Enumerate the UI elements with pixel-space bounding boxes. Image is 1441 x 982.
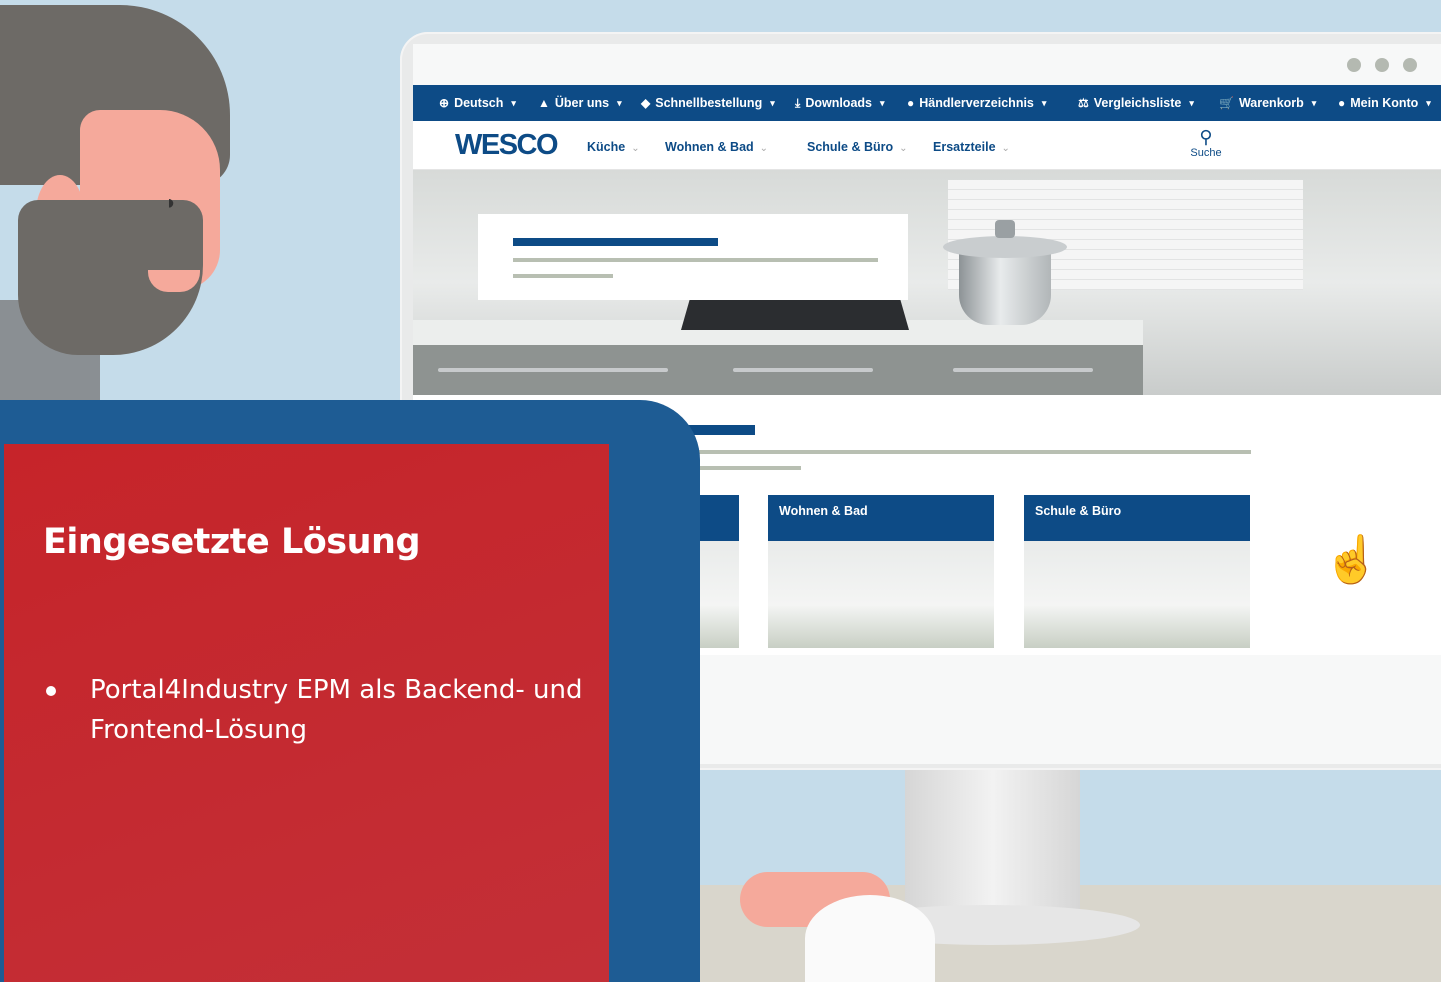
drawer-handle bbox=[438, 368, 668, 372]
placeholder-text bbox=[513, 258, 878, 262]
window-dots bbox=[1347, 58, 1417, 72]
chevron-down-icon: ▾ bbox=[770, 97, 775, 108]
nav-label: Wohnen & Bad bbox=[665, 140, 754, 154]
globe-icon: ⊕ bbox=[439, 96, 450, 110]
hero-banner bbox=[413, 170, 1441, 395]
window-dot bbox=[1403, 58, 1417, 72]
topbar-dealers[interactable]: ● Händlerverzeichnis ▾ bbox=[907, 96, 1046, 110]
pointer-hand-icon: ☝ bbox=[1323, 533, 1381, 585]
chevron-down-icon: ▾ bbox=[1189, 97, 1194, 108]
topbar-label: Händlerverzeichnis bbox=[919, 96, 1034, 110]
search-button[interactable]: ⚲ Suche bbox=[1189, 127, 1223, 159]
search-label: Suche bbox=[1190, 147, 1222, 159]
chevron-down-icon: ▾ bbox=[1426, 97, 1431, 108]
info-icon: ▲ bbox=[538, 96, 550, 110]
window-dot bbox=[1347, 58, 1361, 72]
topbar-account[interactable]: ● Mein Konto ▾ bbox=[1338, 96, 1431, 110]
nav-label: Küche bbox=[587, 140, 626, 154]
chevron-down-icon: ▾ bbox=[1311, 97, 1317, 108]
bullet-icon bbox=[46, 686, 56, 696]
chevron-down-icon: ▾ bbox=[879, 97, 885, 108]
hero-text-card bbox=[478, 214, 908, 300]
cooktop bbox=[681, 298, 909, 330]
cart-icon: 🛒 bbox=[1219, 96, 1234, 110]
nav-item-spare-parts[interactable]: Ersatzteile ⌄ bbox=[933, 140, 1010, 154]
topbar-label: Deutsch bbox=[454, 96, 504, 110]
drawer-handle bbox=[733, 368, 873, 372]
pot-lid bbox=[943, 236, 1067, 258]
chevron-down-icon: ⌄ bbox=[631, 143, 640, 154]
placeholder-text bbox=[513, 274, 613, 278]
topbar-compare[interactable]: ⚖ Vergleichsliste ▾ bbox=[1078, 96, 1194, 110]
topbar-label: Warenkorb bbox=[1238, 96, 1304, 110]
nav-label: Schule & Büro bbox=[807, 140, 894, 154]
chevron-down-icon: ⌄ bbox=[899, 143, 908, 154]
chevron-down-icon: ⌄ bbox=[759, 143, 769, 154]
category-title: Schule & Büro bbox=[1024, 495, 1250, 541]
topbar-label: Schnellbestellung bbox=[655, 96, 763, 110]
nav-item-school[interactable]: Schule & Büro ⌄ bbox=[807, 140, 908, 154]
window-dot bbox=[1375, 58, 1389, 72]
wesco-logo[interactable]: WESCO bbox=[455, 129, 559, 162]
topbar-downloads[interactable]: ⤓ Downloads ▾ bbox=[795, 96, 885, 111]
user-icon: ● bbox=[1338, 96, 1346, 110]
drawer-handle bbox=[953, 368, 1093, 372]
pot-knob bbox=[995, 220, 1015, 238]
list-item: Portal4Industry EPM als Backend- und Fro… bbox=[44, 670, 584, 750]
kitchen-counter bbox=[413, 320, 1143, 395]
search-icon: ⚲ bbox=[1199, 127, 1213, 147]
tag-icon: ◆ bbox=[641, 96, 651, 110]
category-image bbox=[1024, 541, 1250, 648]
nav-label: Ersatzteile bbox=[933, 140, 996, 154]
solution-list: Portal4Industry EPM als Backend- und Fro… bbox=[44, 670, 584, 750]
topbar-label: Vergleichsliste bbox=[1093, 96, 1182, 110]
chevron-down-icon: ▾ bbox=[511, 97, 516, 108]
solution-panel: Eingesetzte Lösung Portal4Industry EPM a… bbox=[4, 444, 609, 982]
category-card-living[interactable]: Wohnen & Bad bbox=[768, 495, 994, 648]
topbar-label: Über uns bbox=[554, 96, 610, 110]
map-pin-icon: ● bbox=[907, 96, 915, 110]
chevron-down-icon: ▾ bbox=[617, 97, 622, 108]
placeholder-headline bbox=[513, 238, 718, 246]
topbar-label: Mein Konto bbox=[1350, 96, 1419, 110]
topbar-language[interactable]: ⊕ Deutsch ▾ bbox=[439, 96, 516, 110]
top-utility-bar: ⊕ Deutsch ▾ ▲ Über uns ▾ ◆ Schnellbestel… bbox=[413, 85, 1441, 121]
nav-item-kitchen[interactable]: Küche ⌄ bbox=[587, 140, 640, 154]
person-eye: ◗ bbox=[165, 192, 178, 214]
topbar-about[interactable]: ▲ Über uns ▾ bbox=[538, 96, 622, 110]
chevron-down-icon: ▾ bbox=[1041, 97, 1047, 108]
category-title: Wohnen & Bad bbox=[768, 495, 994, 541]
chevron-down-icon: ⌄ bbox=[1001, 143, 1010, 154]
topbar-label: Downloads bbox=[805, 96, 872, 110]
list-item-text: Portal4Industry EPM als Backend- und Fro… bbox=[90, 675, 583, 745]
main-nav: WESCO Küche ⌄ Wohnen & Bad ⌄ Schule & Büro… bbox=[413, 121, 1441, 170]
category-card-school[interactable]: Schule & Büro bbox=[1024, 495, 1250, 648]
topbar-cart[interactable]: 🛒 Warenkorb ▾ bbox=[1219, 96, 1316, 110]
nav-item-living[interactable]: Wohnen & Bad ⌄ bbox=[665, 140, 768, 154]
category-image bbox=[768, 541, 994, 648]
topbar-quick-order[interactable]: ◆ Schnellbestellung ▾ bbox=[641, 96, 775, 110]
scale-icon: ⚖ bbox=[1078, 96, 1089, 110]
monitor-stand bbox=[905, 770, 1080, 910]
computer-mouse bbox=[805, 895, 935, 982]
panel-title: Eingesetzte Lösung bbox=[43, 522, 421, 562]
download-icon: ⤓ bbox=[795, 95, 801, 110]
